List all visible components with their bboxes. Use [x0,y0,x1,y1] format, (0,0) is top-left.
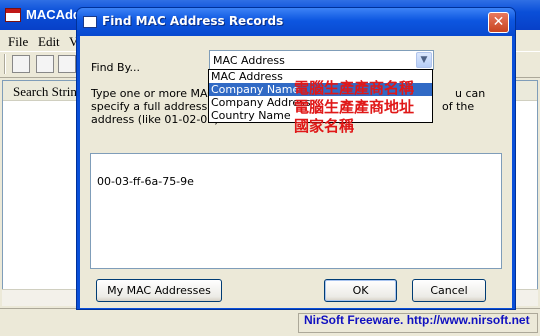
annotation-notes: 電腦生產產商名稱 電腦生產產商地址 國家名稱 [294,79,444,136]
cancel-button[interactable]: Cancel [412,279,486,302]
save-icon[interactable] [36,55,54,73]
menu-edit[interactable]: Edit [38,34,60,50]
properties-icon[interactable] [12,55,30,73]
column-search-string[interactable]: Search String [13,84,83,100]
find-dialog: Find MAC Address Records ✕ Find By... MA… [76,7,516,310]
dialog-window-icon [83,16,97,28]
find-by-select[interactable]: MAC Address ▼ [209,50,434,70]
copy-icon[interactable] [58,55,76,73]
mac-address-value: 00-03-ff-6a-75-9e [97,175,194,188]
instructions-line: of the [442,100,475,113]
ok-button[interactable]: OK [324,279,397,302]
annotation-company-name: 電腦生產產商名稱 [294,79,415,97]
dialog-title: Find MAC Address Records [102,14,284,28]
instructions-line: address (like 01-02-03) [91,113,219,126]
toolbar-grip [4,54,6,74]
find-by-label: Find By... [91,61,141,74]
app-icon [5,8,21,22]
dialog-titlebar[interactable]: Find MAC Address Records ✕ [77,8,515,36]
close-icon[interactable]: ✕ [488,12,509,33]
mac-address-input[interactable]: 00-03-ff-6a-75-9e [90,153,502,269]
my-mac-addresses-button[interactable]: My MAC Addresses [96,279,222,302]
instructions-line: Type one or more MAC a [91,87,226,100]
chevron-down-icon[interactable]: ▼ [416,52,432,68]
menu-file[interactable]: File [8,34,28,50]
find-by-selected-value: MAC Address [213,54,285,67]
instructions-line: specify a full address (lik [91,100,228,113]
instructions-line: u can [455,87,486,100]
nirsoft-link[interactable]: NirSoft Freeware. http://www.nirsoft.net [304,313,530,327]
annotation-company-address: 電腦生產產商地址 [294,98,415,116]
annotation-country-name: 國家名稱 [294,117,355,135]
app-title: MACAdd [26,7,81,22]
